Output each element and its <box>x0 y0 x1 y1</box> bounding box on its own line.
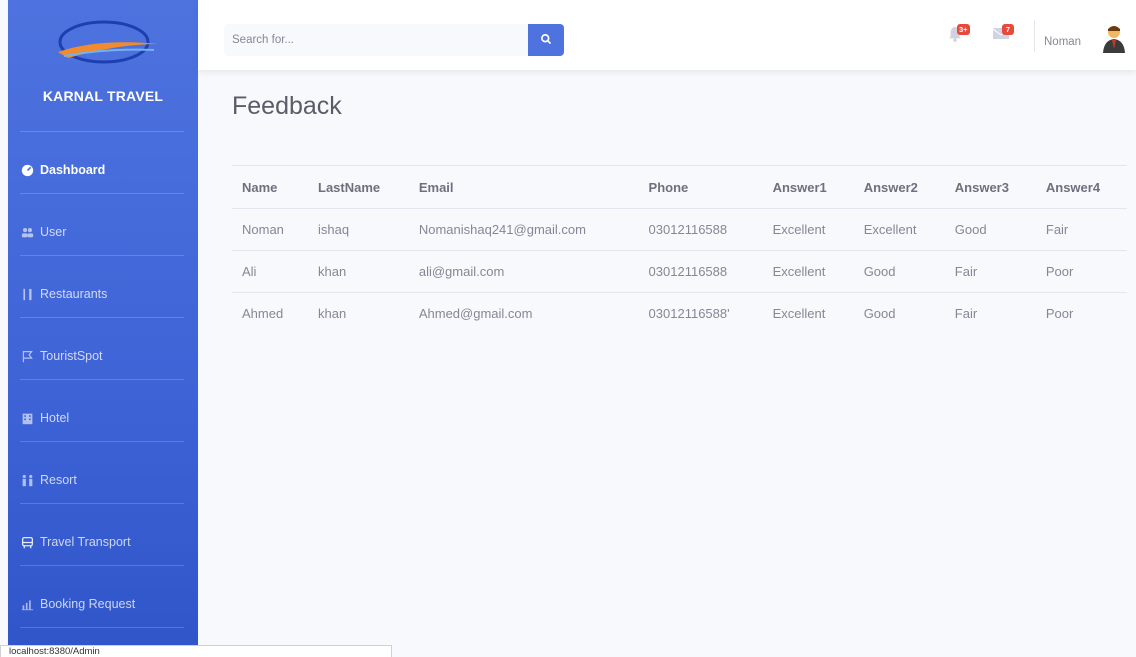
table-cell: Ahmed <box>242 306 284 321</box>
column-header: Answer4 <box>1035 165 1127 209</box>
sidebar-divider <box>20 255 184 256</box>
table-cell: Nomanishaq241@gmail.com <box>408 208 639 251</box>
table-cell: Good <box>853 250 945 293</box>
messages-badge: 7 <box>1002 24 1014 35</box>
table-row: Ahmed khan Ahmed@gmail.com 03012116588' … <box>232 293 1127 335</box>
sidebar-item-label: Travel Transport <box>40 535 131 549</box>
table-row: Noman ishaq Nomanishaq241@gmail.com 0301… <box>232 208 1127 251</box>
sidebar-item-resort[interactable]: Resort <box>8 470 198 490</box>
table-row: Ali khan ali@gmail.com 03012116588 Excel… <box>232 250 1127 293</box>
feedback-table: Name LastName Email Phone Answer1 Answer… <box>232 165 1127 334</box>
column-header: LastName <box>308 165 409 209</box>
hotel-icon <box>20 411 34 425</box>
sidebar-divider <box>20 441 184 442</box>
table-cell: Poor <box>1045 306 1074 321</box>
sidebar-item-dashboard[interactable]: Dashboard <box>8 160 198 180</box>
sidebar-divider <box>20 193 184 194</box>
table-cell: Fair <box>1035 208 1127 251</box>
alerts-badge: 3+ <box>957 24 970 35</box>
column-header: Answer1 <box>762 165 854 209</box>
sidebar-item-label: TouristSpot <box>40 349 103 363</box>
brand-name[interactable]: KARNAL TRAVEL <box>8 88 198 104</box>
user-name[interactable]: Noman <box>1044 36 1081 48</box>
sidebar-divider <box>20 379 184 380</box>
topbar-divider <box>1034 20 1035 52</box>
table-cell: Excellent <box>772 306 826 321</box>
column-header: Answer3 <box>944 165 1036 209</box>
table-cell: Poor <box>1035 250 1127 293</box>
table-cell: ali@gmail.com <box>408 250 639 293</box>
table-cell: Good <box>863 306 896 321</box>
bus-icon <box>20 535 34 549</box>
sidebar-item-label: Hotel <box>40 411 70 425</box>
table-cell: Ahmed@gmail.com <box>418 306 533 321</box>
table-cell: Noman <box>232 208 309 251</box>
users-icon <box>20 225 34 239</box>
sidebar-divider <box>20 317 184 318</box>
search-input[interactable] <box>224 24 528 56</box>
search-button[interactable] <box>528 24 564 56</box>
search-icon <box>540 33 552 48</box>
sidebar-item-hotel[interactable]: Hotel <box>8 408 198 428</box>
flag-icon <box>20 349 34 363</box>
sidebar-divider <box>20 131 184 132</box>
table-cell: 03012116588 <box>638 250 763 293</box>
utensils-icon <box>20 287 34 301</box>
sidebar-item-label: Restaurants <box>40 287 108 301</box>
table-cell: Excellent <box>762 208 854 251</box>
column-header: Email <box>408 165 639 209</box>
sidebar-item-travel-transport[interactable]: Travel Transport <box>8 532 198 552</box>
sidebar-item-touristspot[interactable]: TouristSpot <box>8 346 198 366</box>
sidebar-item-user[interactable]: User <box>8 222 198 242</box>
sidebar-item-booking-request[interactable]: Booking Request <box>8 594 198 614</box>
dashboard-icon <box>20 163 34 177</box>
messages-dropdown[interactable]: 7 <box>992 24 1017 46</box>
browser-status-bar: localhost:8380/Admin <box>0 645 392 657</box>
swoosh-logo-icon[interactable] <box>8 8 198 68</box>
table-header-row: Name LastName Email Phone Answer1 Answer… <box>232 165 1127 209</box>
sidebar-item-label: Booking Request <box>40 597 136 611</box>
sidebar-item-label: User <box>40 225 67 239</box>
sidebar-item-label: Dashboard <box>40 163 106 177</box>
sidebar: KARNAL TRAVEL Dashboard User Restaurants… <box>8 0 198 657</box>
table-cell: khan <box>318 306 347 321</box>
table-cell: Ali <box>232 250 309 293</box>
sidebar-item-restaurants[interactable]: Restaurants <box>8 284 198 304</box>
table-cell: Excellent <box>762 250 854 293</box>
sidebar-item-label: Resort <box>40 473 77 487</box>
topbar: 3+ 7 Noman <box>198 0 1136 70</box>
chart-icon <box>20 597 34 611</box>
table-cell: khan <box>308 250 409 293</box>
page-title: Feedback <box>232 92 342 120</box>
search-group <box>224 24 564 56</box>
sidebar-divider <box>20 565 184 566</box>
sidebar-divider <box>20 627 184 628</box>
table-cell: 03012116588 <box>638 208 763 251</box>
table-cell: 03012116588' <box>648 306 730 321</box>
avatar[interactable] <box>1100 24 1128 54</box>
table-cell: ishaq <box>308 208 409 251</box>
resort-icon <box>20 473 34 487</box>
table-cell: Good <box>944 208 1036 251</box>
table-cell: Excellent <box>853 208 945 251</box>
table-cell: Fair <box>944 250 1036 293</box>
column-header: Name <box>232 165 309 209</box>
table-cell: Fair <box>954 306 978 321</box>
column-header: Answer2 <box>853 165 945 209</box>
column-header: Phone <box>638 165 763 209</box>
sidebar-divider <box>20 503 184 504</box>
alerts-dropdown[interactable]: 3+ <box>948 24 972 46</box>
